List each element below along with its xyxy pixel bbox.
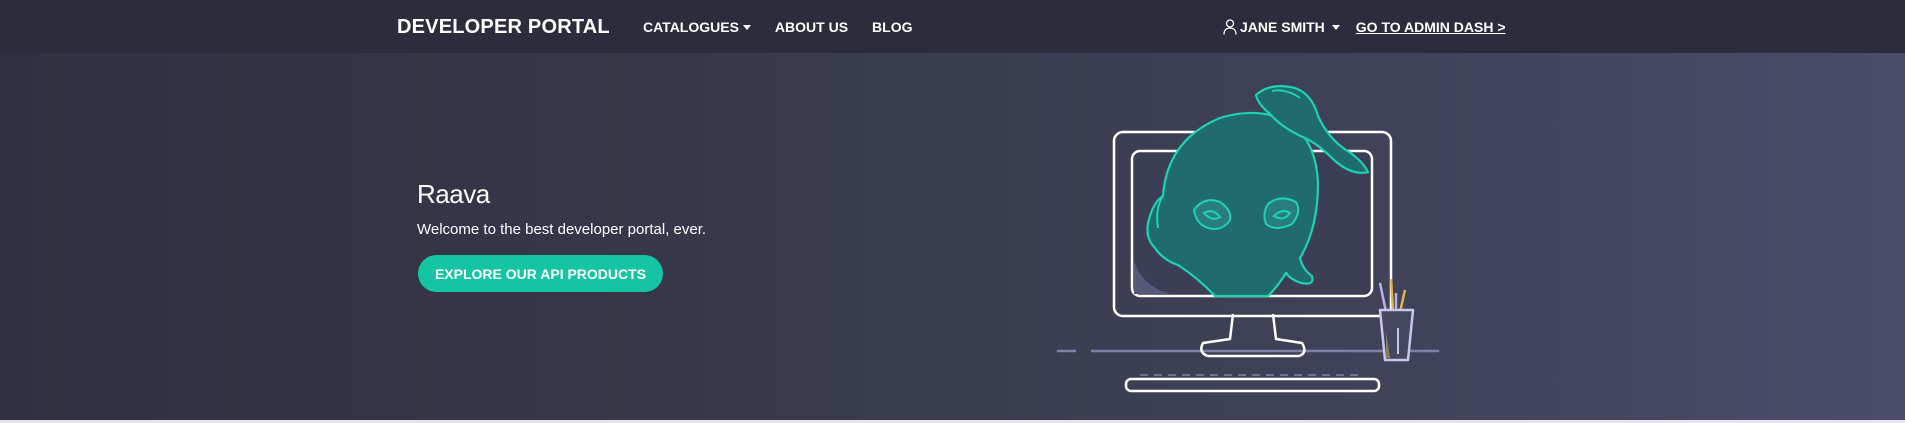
- nav-links: CATALOGUES ABOUT US BLOG: [643, 17, 913, 37]
- nav-right: JANE SMITH GO TO ADMIN DASH >: [1223, 17, 1506, 37]
- computer-mascot-illustration: [1056, 85, 1440, 393]
- top-navbar: DEVELOPER PORTAL CATALOGUES ABOUT US BLO…: [0, 0, 1905, 53]
- admin-dash-link[interactable]: GO TO ADMIN DASH >: [1356, 17, 1506, 37]
- nav-catalogues-dropdown[interactable]: CATALOGUES: [643, 17, 751, 37]
- caret-down-icon: [1331, 24, 1340, 30]
- user-name: JANE SMITH: [1240, 19, 1325, 35]
- caret-down-icon: [742, 24, 751, 30]
- raava-logo: Raava: [417, 179, 490, 209]
- pencil-cup: [1378, 278, 1415, 362]
- user-icon: [1223, 19, 1237, 35]
- nav-catalogues-label: CATALOGUES: [643, 19, 739, 35]
- keyboard: [1124, 377, 1381, 393]
- nav-about-us[interactable]: ABOUT US: [775, 17, 848, 37]
- nav-blog[interactable]: BLOG: [872, 17, 912, 37]
- brand-logo-link[interactable]: DEVELOPER PORTAL: [397, 13, 610, 41]
- explore-api-products-button[interactable]: EXPLORE OUR API PRODUCTS: [418, 255, 663, 292]
- monitor-stand: [1200, 313, 1306, 358]
- hero-banner: [0, 53, 1905, 420]
- user-menu-dropdown[interactable]: JANE SMITH: [1223, 17, 1340, 37]
- hero-tagline: Welcome to the best developer portal, ev…: [417, 221, 707, 238]
